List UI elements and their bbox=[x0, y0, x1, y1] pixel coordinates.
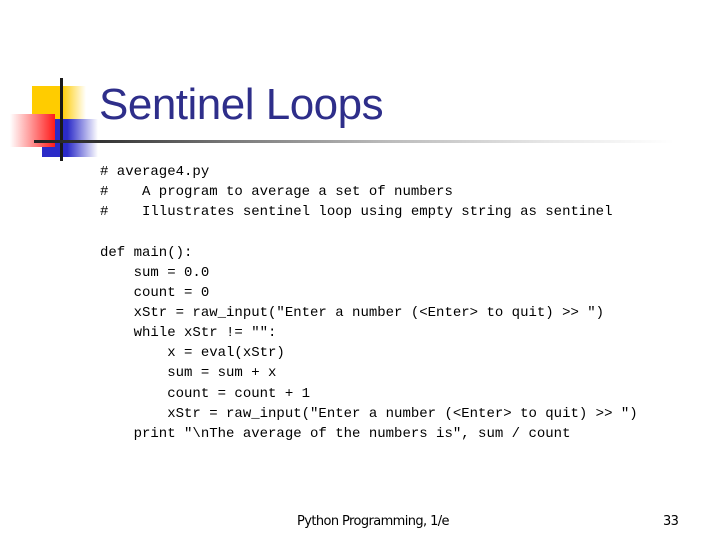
code-line: def main(): bbox=[100, 244, 193, 261]
code-line: count = 0 bbox=[100, 284, 210, 301]
code-line: sum = 0.0 bbox=[100, 264, 210, 281]
code-line: # average4.py bbox=[100, 164, 210, 180]
page-number: 33 bbox=[663, 514, 679, 529]
code-line: print "\nThe average of the numbers is",… bbox=[100, 425, 571, 442]
logo-vertical-line bbox=[60, 78, 63, 161]
title-underline-rule bbox=[34, 140, 674, 143]
code-line: x = eval(xStr) bbox=[100, 345, 285, 362]
code-line: xStr = raw_input("Enter a number (<Enter… bbox=[100, 304, 605, 321]
code-line: # Illustrates sentinel loop using empty … bbox=[100, 204, 613, 221]
footer-text: Python Programming, 1/e bbox=[297, 514, 450, 529]
code-block: # average4.py # A program to average a se… bbox=[100, 162, 638, 444]
slide-title: Sentinel Loops bbox=[99, 80, 384, 129]
code-line: sum = sum + x bbox=[100, 365, 277, 382]
code-line: xStr = raw_input("Enter a number (<Enter… bbox=[100, 405, 638, 422]
code-line: while xStr != "": bbox=[100, 325, 277, 342]
code-line: # A program to average a set of numbers bbox=[100, 184, 453, 201]
code-line: count = count + 1 bbox=[100, 385, 311, 402]
